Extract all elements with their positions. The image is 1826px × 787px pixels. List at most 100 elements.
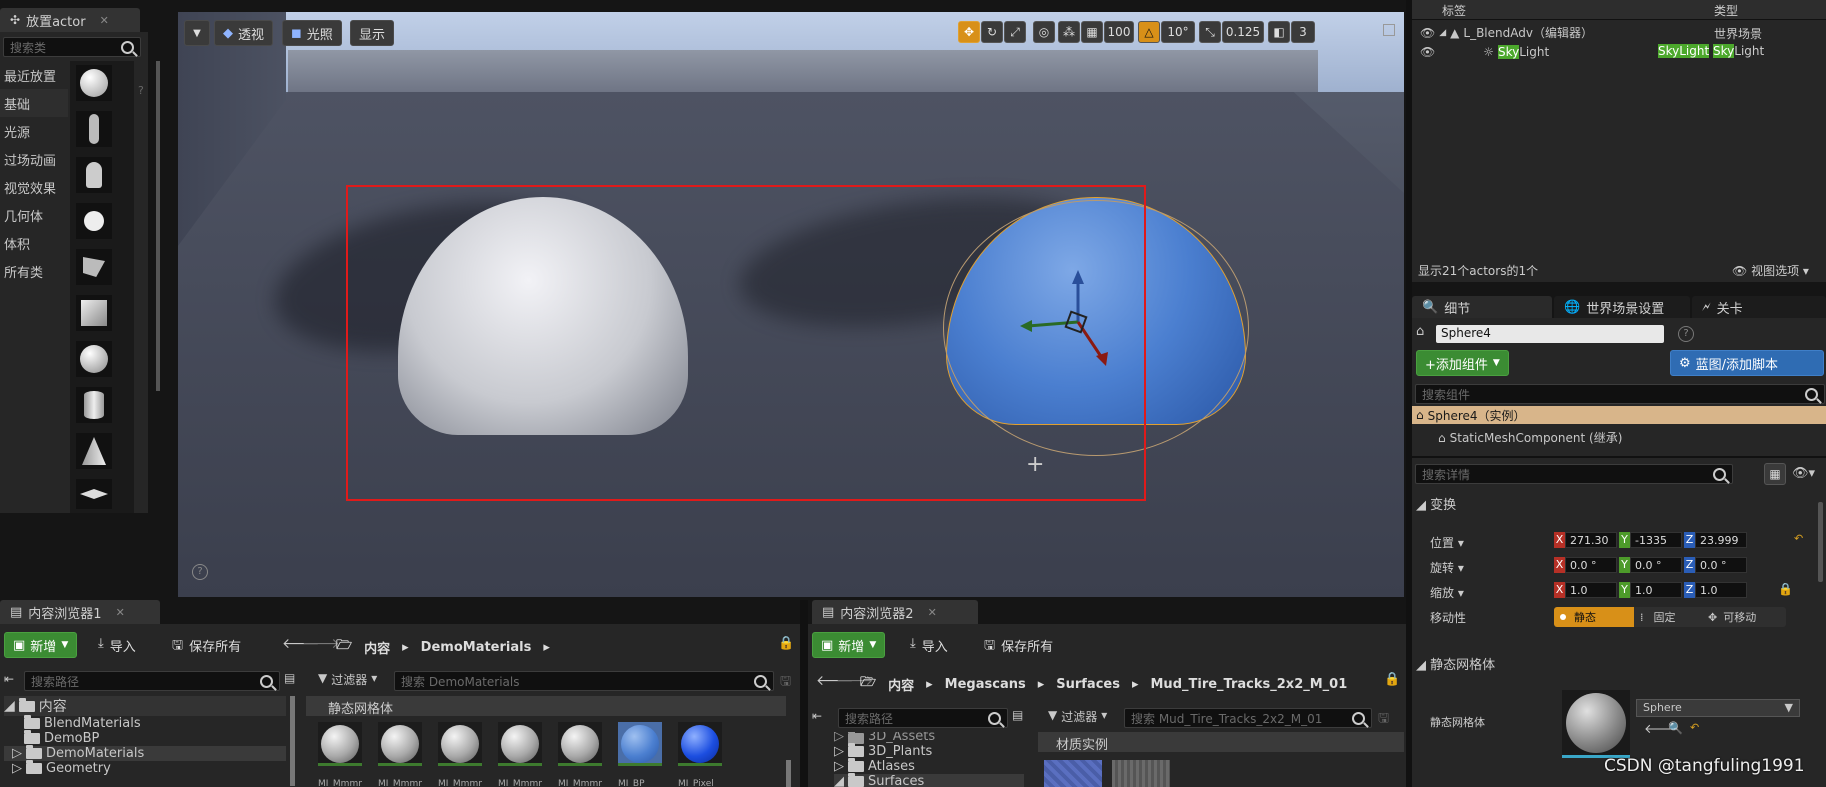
- rotation-x[interactable]: 0.0 °: [1565, 557, 1617, 573]
- asset-thumbnail[interactable]: [378, 722, 422, 766]
- tree-item-geometry[interactable]: ▷ Geometry: [4, 760, 286, 776]
- surface-snap-icon[interactable]: ⁂: [1058, 21, 1080, 43]
- cb1-save-all-button[interactable]: 🖫 保存所有: [172, 636, 241, 658]
- location-x[interactable]: 271.30: [1565, 532, 1617, 548]
- reset-mesh-icon[interactable]: ↶: [1690, 721, 1699, 734]
- scale-snap-value[interactable]: 0.125: [1222, 21, 1264, 43]
- rotation-snap-icon[interactable]: △: [1138, 21, 1160, 43]
- column-type[interactable]: 类型: [1714, 2, 1738, 19]
- actor-help-icon[interactable]: ?: [1678, 326, 1694, 342]
- close-icon[interactable]: ✕: [100, 14, 109, 27]
- rotation-z[interactable]: 0.0 °: [1695, 557, 1747, 573]
- cb1-grid-scrollbar[interactable]: [786, 760, 791, 787]
- component-static-mesh[interactable]: ⌂ StaticMeshComponent (继承): [1438, 430, 1622, 446]
- transform-section-header[interactable]: ◢ 变换: [1416, 494, 1456, 513]
- breadcrumb-root[interactable]: 内容: [364, 638, 390, 657]
- scale-x[interactable]: 1.0: [1565, 582, 1617, 598]
- close-icon[interactable]: ✕: [116, 606, 125, 619]
- static-mesh-thumbnail[interactable]: [1562, 690, 1630, 758]
- cb1-forward-icon[interactable]: 🡒: [302, 635, 340, 652]
- camera-speed-icon[interactable]: ◧: [1268, 21, 1290, 43]
- cb2-search-paths-input[interactable]: 搜索路径: [838, 708, 1008, 728]
- cb2-tab[interactable]: ▤ 内容浏览器2 ✕: [812, 600, 978, 624]
- asset-thumbnail[interactable]: [558, 722, 602, 766]
- camera-speed-value[interactable]: 3: [1291, 21, 1315, 43]
- visibility-filter-icon[interactable]: 👁▾: [1792, 466, 1815, 481]
- category-recent[interactable]: 最近放置: [0, 61, 68, 89]
- translate-mode-button[interactable]: ✥: [958, 21, 980, 43]
- actor-cone[interactable]: [76, 433, 112, 469]
- search-details-input[interactable]: 搜索详情: [1415, 464, 1733, 484]
- maximize-icon[interactable]: [1383, 24, 1395, 36]
- add-component-button[interactable]: +添加组件 ▼: [1416, 350, 1509, 376]
- tab-level[interactable]: 🗲 关卡: [1692, 296, 1826, 318]
- cb1-sources-toggle-icon[interactable]: ⇤: [4, 672, 14, 686]
- actor-cube[interactable]: [76, 295, 112, 331]
- breadcrumb-surfaces[interactable]: Surfaces: [1056, 677, 1120, 692]
- actor-cylinder[interactable]: [76, 387, 112, 423]
- category-all-classes[interactable]: 所有类: [0, 257, 68, 285]
- breadcrumb-content[interactable]: 内容: [888, 675, 914, 694]
- viewport-options-button[interactable]: ▼: [184, 20, 210, 46]
- lock-icon[interactable]: 🔒: [1778, 582, 1793, 596]
- actor-trigger[interactable]: [76, 249, 112, 285]
- breadcrumb-current[interactable]: Mud_Tire_Tracks_2x2_M_01: [1151, 677, 1348, 692]
- cb1-lock-icon[interactable]: 🔒: [778, 636, 794, 651]
- category-visual-effects[interactable]: 视觉效果: [0, 173, 68, 201]
- cb2-view-icon[interactable]: ▤: [1012, 708, 1023, 722]
- cb2-asset-thumb-2[interactable]: [1112, 760, 1170, 787]
- actor-sphere[interactable]: [76, 341, 112, 377]
- cb1-filters-button[interactable]: ▼ 过滤器 ▾: [318, 671, 377, 688]
- tree-item-atlases[interactable]: ▷ Atlases: [834, 758, 1024, 774]
- mobility-stationary[interactable]: ⁞ 固定: [1634, 607, 1702, 627]
- outliner-row-skylight[interactable]: 👁 ☼ SkyLight: [1420, 44, 1549, 59]
- cb1-save-search-icon[interactable]: 🖫: [780, 672, 791, 694]
- actor-list-scrollbar[interactable]: [156, 61, 160, 391]
- breadcrumb-current[interactable]: DemoMaterials: [421, 640, 532, 655]
- tree-item-demomaterials[interactable]: ▷ DemoMaterials: [4, 745, 286, 761]
- cb1-search-assets-input[interactable]: 搜索 DemoMaterials: [394, 671, 774, 691]
- tab-world-settings[interactable]: 🌐 世界场景设置: [1554, 296, 1690, 318]
- actor-name-field[interactable]: Sphere4: [1436, 325, 1664, 343]
- actor-point-light[interactable]: [76, 203, 112, 239]
- property-matrix-icon[interactable]: ▦: [1764, 463, 1786, 485]
- scale-z[interactable]: 1.0: [1695, 582, 1747, 598]
- cb1-add-new-button[interactable]: ▣ 新增 ▼: [4, 632, 78, 658]
- world-space-icon[interactable]: ◎: [1033, 21, 1055, 43]
- eye-icon[interactable]: 👁: [1420, 45, 1435, 59]
- column-label[interactable]: 标签: [1442, 2, 1466, 19]
- component-root[interactable]: ⌂ Sphere4（实例）: [1412, 406, 1826, 424]
- help-icon[interactable]: ?: [138, 68, 148, 114]
- cb2-add-new-button[interactable]: ▣ 新增 ▼: [812, 632, 886, 658]
- expand-arrow-icon[interactable]: ◢: [1439, 28, 1446, 38]
- scale-mode-button[interactable]: ⤢: [1004, 21, 1026, 43]
- cb1-import-button[interactable]: ⤓ 导入: [98, 636, 136, 655]
- eye-icon[interactable]: 👁: [1420, 26, 1435, 40]
- breadcrumb-megascans[interactable]: Megascans: [945, 677, 1026, 692]
- tree-item-demobp[interactable]: DemoBP: [4, 730, 286, 746]
- rotation-y[interactable]: 0.0 °: [1630, 557, 1682, 573]
- mobility-static[interactable]: 静态: [1554, 607, 1634, 627]
- asset-thumbnail[interactable]: [438, 722, 482, 766]
- static-mesh-dropdown[interactable]: Sphere ▼: [1636, 699, 1800, 717]
- grid-snap-icon[interactable]: ▦: [1081, 21, 1103, 43]
- rotate-mode-button[interactable]: ↻: [981, 21, 1003, 43]
- cb2-filters-button[interactable]: ▼ 过滤器 ▾: [1048, 708, 1107, 725]
- cb2-search-assets-input[interactable]: 搜索 Mud_Tire_Tracks_2x2_M_01: [1124, 708, 1372, 728]
- grid-snap-value[interactable]: 100: [1104, 21, 1134, 43]
- cb2-lock-icon[interactable]: 🔒: [1384, 672, 1400, 687]
- asset-thumbnail[interactable]: [318, 722, 362, 766]
- location-z[interactable]: 23.999: [1695, 532, 1747, 548]
- show-button[interactable]: 显示: [350, 20, 395, 46]
- tree-item-3d-plants[interactable]: ▷ 3D_Plants: [834, 743, 1024, 759]
- cb2-sources-toggle-icon[interactable]: ⇤: [812, 709, 822, 723]
- asset-thumbnail-blue[interactable]: [618, 722, 662, 766]
- cb2-save-search-icon[interactable]: 🖫: [1378, 709, 1389, 731]
- scale-y[interactable]: 1.0: [1630, 582, 1682, 598]
- cb1-tab[interactable]: ▤ 内容浏览器1 ✕: [0, 600, 160, 624]
- category-lights[interactable]: 光源: [0, 117, 68, 145]
- cb1-search-paths-input[interactable]: 搜索路径: [24, 671, 280, 691]
- category-volumes[interactable]: 体积: [0, 229, 68, 257]
- tree-item-surfaces[interactable]: ◢ Surfaces: [834, 773, 1024, 787]
- location-y[interactable]: -1335: [1630, 532, 1682, 548]
